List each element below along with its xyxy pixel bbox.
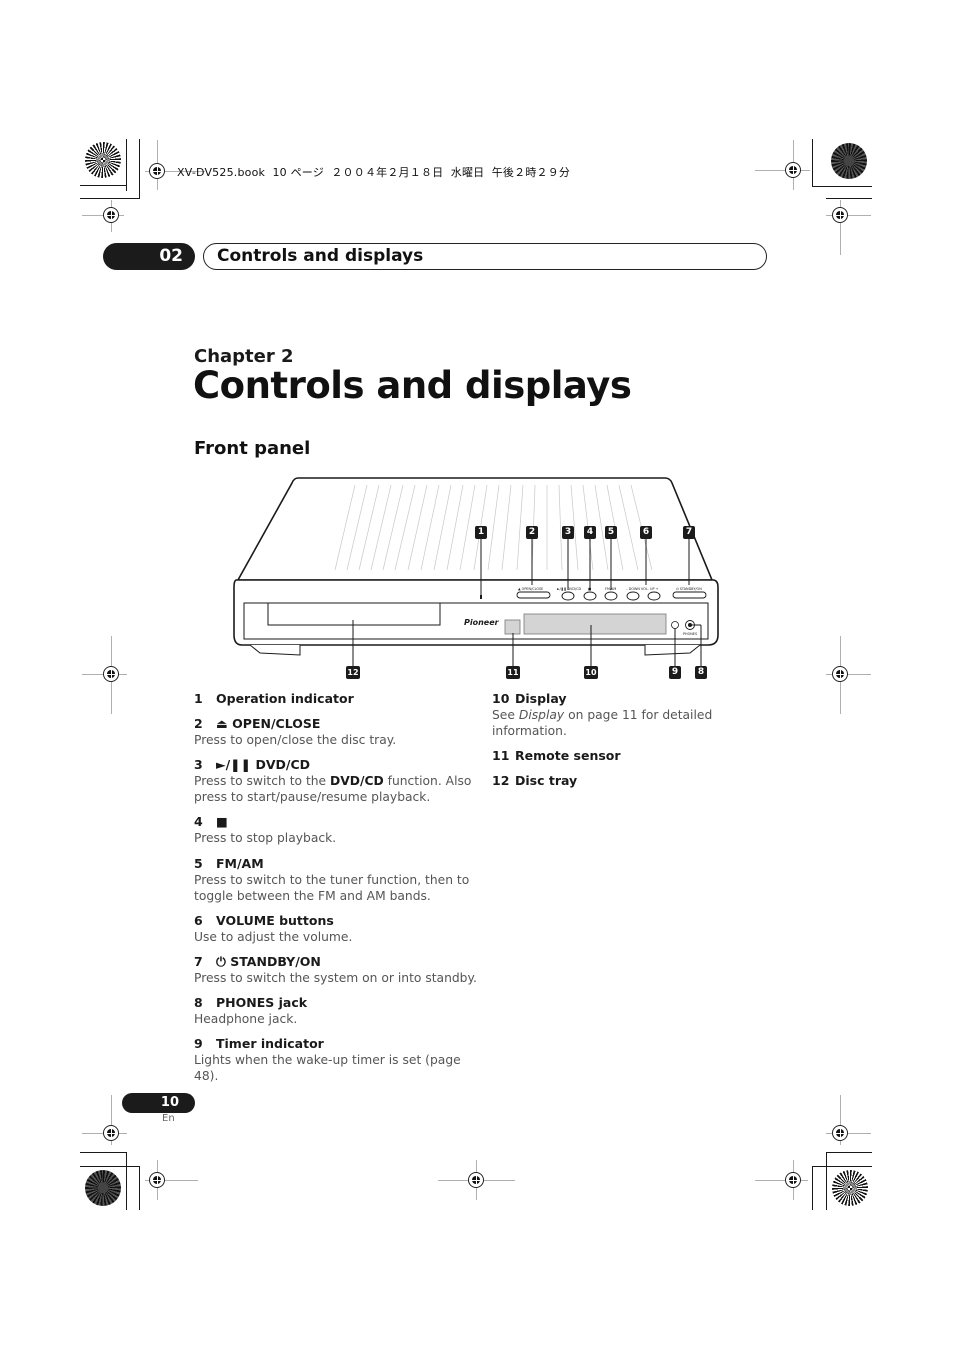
item-title: Timer indicator xyxy=(216,1036,324,1051)
item-description: Headphone jack. xyxy=(194,1012,298,1026)
callout-5: 5 xyxy=(605,526,617,539)
eject-icon: ⏏ xyxy=(216,716,228,731)
power-icon: ⏻ xyxy=(216,954,226,969)
registration-mark-icon xyxy=(832,207,848,223)
registration-star-icon xyxy=(85,142,121,178)
item-3: 3 ►/❚❚ DVD/CD Press to switch to the DVD/… xyxy=(194,757,484,805)
chapter-number-badge: 02 xyxy=(103,243,195,270)
label-standby: ⏻ STANDBY/ON xyxy=(676,587,702,591)
callout-11: 11 xyxy=(506,666,520,679)
registration-mark-icon xyxy=(149,163,165,179)
item-title: Display xyxy=(515,691,567,706)
item-5: 5 FM/AM Press to switch to the tuner func… xyxy=(194,856,484,904)
label-dvd-cd: ►/❚❚ DVD/CD xyxy=(557,587,582,591)
item-7: 7 ⏻ STANDBY/ON Press to switch the system… xyxy=(194,954,484,986)
registration-mark-icon xyxy=(103,207,119,223)
cross-reference-link: Display xyxy=(518,708,565,722)
label-fm-am: FM/AM xyxy=(605,587,616,591)
registration-star-icon xyxy=(85,1170,121,1206)
registration-mark-icon xyxy=(103,1125,119,1141)
item-description: Press to switch to the tuner function, t… xyxy=(194,873,470,903)
crop-mark xyxy=(80,198,140,199)
item-12: 12 Disc tray xyxy=(492,773,578,788)
label-stop: ■ xyxy=(588,587,591,591)
callout-6: 6 xyxy=(640,526,652,539)
registration-mark-icon xyxy=(832,1125,848,1141)
callout-10: 10 xyxy=(584,666,598,679)
item-title: PHONES jack xyxy=(216,995,308,1010)
item-title: FM/AM xyxy=(216,856,264,871)
registration-mark-icon xyxy=(785,162,801,178)
page-number: 10 xyxy=(122,1093,195,1113)
item-description: Press to open/close the disc tray. xyxy=(194,733,397,747)
item-title: OPEN/CLOSE xyxy=(232,716,321,731)
chapter-title: Controls and displays xyxy=(193,364,632,407)
registration-mark-icon xyxy=(468,1172,484,1188)
item-description: Press to switch the system on or into st… xyxy=(194,971,477,985)
item-9: 9 Timer indicator Lights when the wake-up… xyxy=(194,1036,484,1084)
registration-mark-icon xyxy=(149,1172,165,1188)
callout-2: 2 xyxy=(526,526,538,539)
callout-8: 8 xyxy=(695,666,707,679)
item-title: VOLUME buttons xyxy=(216,913,334,928)
label-vol-up: UP + xyxy=(650,587,659,591)
item-title: DVD/CD xyxy=(255,757,311,772)
play-pause-icon: ►/❚❚ xyxy=(216,757,252,772)
registration-mark-icon xyxy=(832,666,848,682)
callout-7: 7 xyxy=(683,526,695,539)
label-vol: VOL. xyxy=(641,587,649,591)
device-illustration: Pioneer ▲ OPEN/CLOSE ►/❚❚ DVD/CD ■ FM/AM… xyxy=(233,477,719,667)
label-phones: PHONES xyxy=(683,632,697,636)
item-title: Remote sensor xyxy=(515,748,621,763)
item-description: Lights when the wake-up timer is set (pa… xyxy=(194,1053,461,1083)
label-open-close: ▲ OPEN/CLOSE xyxy=(518,587,543,591)
item-title: STANDBY/ON xyxy=(230,954,321,969)
registration-star-icon xyxy=(831,143,867,179)
stop-icon: ■ xyxy=(216,814,228,829)
print-slug: XV-DV525.book 10 ページ ２００４年２月１８日 水曜日 午後２時… xyxy=(177,166,571,179)
callout-4: 4 xyxy=(584,526,596,539)
crop-mark xyxy=(126,139,127,191)
callout-9: 9 xyxy=(669,666,681,679)
item-description: Press to stop playback. xyxy=(194,831,337,845)
item-description: Press to switch to the DVD/CD function. … xyxy=(194,774,472,804)
registration-mark-icon xyxy=(103,666,119,682)
front-panel-diagram: Pioneer ▲ OPEN/CLOSE ►/❚❚ DVD/CD ■ FM/AM… xyxy=(230,475,720,690)
running-header-title: Controls and displays xyxy=(203,243,767,270)
item-1: 1 Operation indicator xyxy=(194,691,354,706)
item-description: See Display on page 11 for detailed info… xyxy=(492,708,713,738)
page-language: En xyxy=(162,1113,175,1124)
label-vol-down: – DOWN xyxy=(626,587,640,591)
brand-logo: Pioneer xyxy=(464,618,500,627)
callout-1: 1 xyxy=(475,526,487,539)
callout-3: 3 xyxy=(562,526,574,539)
item-8: 8 PHONES jack Headphone jack. xyxy=(194,995,484,1027)
crop-mark xyxy=(139,139,140,199)
item-description: Use to adjust the volume. xyxy=(194,930,353,944)
item-6: 6 VOLUME buttons Use to adjust the volume… xyxy=(194,913,484,945)
callout-12: 12 xyxy=(346,666,360,679)
registration-star-icon xyxy=(832,1170,868,1206)
crop-mark xyxy=(80,185,127,186)
item-4: 4 ■ Press to stop playback. xyxy=(194,814,484,846)
item-title: Operation indicator xyxy=(216,691,354,706)
item-2: 2 ⏏ OPEN/CLOSE Press to open/close the di… xyxy=(194,716,484,748)
registration-mark-icon xyxy=(785,1172,801,1188)
item-title: Disc tray xyxy=(515,773,578,788)
section-title: Front panel xyxy=(194,438,311,459)
item-10: 10 Display See Display on page 11 for det… xyxy=(492,691,722,739)
item-11: 11 Remote sensor xyxy=(492,748,621,763)
